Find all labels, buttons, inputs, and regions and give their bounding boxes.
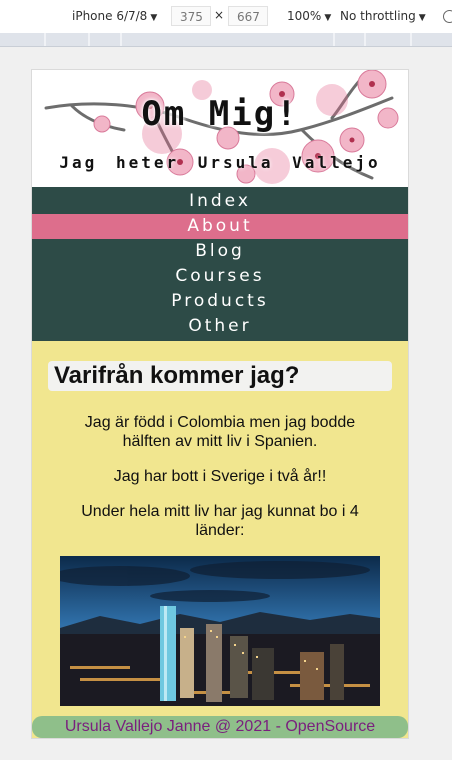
main-content: Varifrån kommer jag? Jag är född i Colom… (32, 341, 408, 706)
nav-item-other[interactable]: Other (32, 314, 408, 339)
devtools-toolbar: iPhone 6/7/8 ▼ 375 × 667 100% ▼ No throttl… (0, 0, 452, 34)
ruler-divider (44, 33, 46, 46)
device-label: iPhone 6/7/8 (72, 9, 148, 23)
page-subtitle: Jag heter Ursula Vallejo (59, 153, 381, 172)
city-skyline-photo (60, 556, 380, 706)
ruler-divider (120, 33, 122, 46)
hero-header: Om Mig! Jag heter Ursula Vallejo (32, 70, 408, 187)
zoom-select[interactable]: 100% ▼ (287, 9, 331, 23)
ruler-divider (88, 33, 90, 46)
block-icon[interactable] (443, 10, 452, 23)
page-footer: Ursula Vallejo Janne @ 2021 - OpenSource (32, 716, 408, 738)
paragraph: Jag har bott i Sverige i två år!! (113, 468, 327, 485)
throttling-label: No throttling (340, 9, 416, 23)
ruler-divider (410, 33, 412, 46)
page-title: Om Mig! (141, 94, 299, 134)
chevron-down-icon: ▼ (324, 13, 332, 23)
nav-item-blog[interactable]: Blog (32, 239, 408, 264)
chevron-down-icon: ▼ (418, 13, 426, 23)
zoom-label: 100% (287, 9, 322, 23)
ruler-divider (333, 33, 335, 46)
paragraph: Under hela mitt liv har jag kunnat bo i … (81, 503, 359, 539)
paragraph: Jag är född i Colombia men jag bodde häl… (84, 414, 356, 450)
ruler-divider (364, 33, 366, 46)
section-heading: Varifrån kommer jag? (48, 361, 392, 391)
throttling-select[interactable]: No throttling ▼ (340, 9, 426, 23)
nav-item-index[interactable]: Index (32, 189, 408, 214)
nav-item-about[interactable]: About (32, 214, 408, 239)
times-symbol: × (214, 8, 225, 22)
media-query-ruler[interactable] (0, 33, 452, 47)
chevron-down-icon: ▼ (150, 13, 158, 23)
main-nav: Index About Blog Courses Products Other (32, 187, 408, 341)
height-input[interactable]: 667 (228, 6, 268, 26)
device-select[interactable]: iPhone 6/7/8 ▼ (72, 9, 157, 23)
width-input[interactable]: 375 (171, 6, 211, 26)
nav-item-courses[interactable]: Courses (32, 264, 408, 289)
nav-item-products[interactable]: Products (32, 289, 408, 314)
device-viewport: Om Mig! Jag heter Ursula Vallejo Index A… (32, 70, 408, 738)
